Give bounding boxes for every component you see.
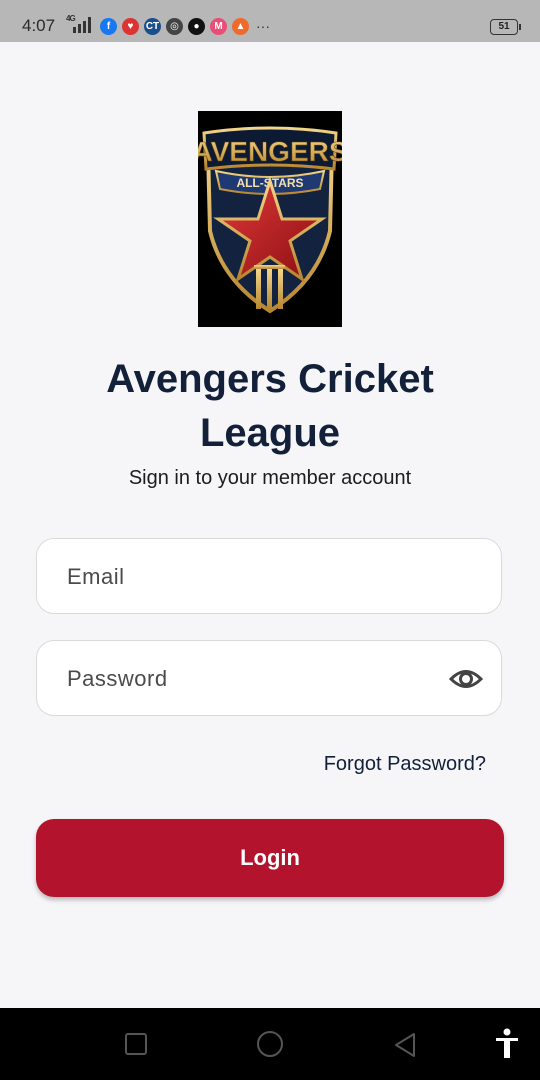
eye-icon[interactable] xyxy=(449,665,483,693)
facebook-icon: f xyxy=(100,17,117,35)
notification-icons: f ♥ CT ◎ ● M ▲ ··· xyxy=(100,17,270,35)
page-title: Avengers Cricket League xyxy=(106,357,434,455)
battery-level: 51 xyxy=(498,21,510,32)
back-button[interactable] xyxy=(392,1032,418,1058)
avengers-all-stars-logo: AVENGERS ALL-STARS xyxy=(198,126,342,314)
svg-text:AVENGERS: AVENGERS xyxy=(198,136,342,167)
status-time: 4:07 xyxy=(22,16,56,35)
league-logo: AVENGERS ALL-STARS xyxy=(198,111,342,327)
password-input[interactable] xyxy=(65,641,459,717)
system-nav-bar xyxy=(0,1008,540,1080)
page-subtitle: Sign in to your member account xyxy=(128,467,412,489)
battery-icon: 51 xyxy=(490,19,521,35)
status-bar: 4:07 4G f ♥ CT ◎ ● M ▲ ··· 51 xyxy=(0,0,540,42)
forgot-password-link[interactable]: Forgot Password? xyxy=(324,753,486,776)
app-icon-5: ● xyxy=(188,17,205,35)
app-icon-2: ♥ xyxy=(122,17,139,35)
ct-icon: CT xyxy=(144,17,161,35)
email-input[interactable] xyxy=(65,539,459,615)
home-button[interactable] xyxy=(256,1030,284,1058)
signal-icon xyxy=(73,17,91,33)
password-field[interactable] xyxy=(36,640,502,717)
more-notifications-icon: ··· xyxy=(256,18,270,34)
myntra-icon: M xyxy=(210,17,227,35)
app-icon-7: ▲ xyxy=(232,17,249,35)
accessibility-icon[interactable] xyxy=(494,1028,520,1060)
app-icon-4: ◎ xyxy=(166,17,183,35)
login-button[interactable]: Login xyxy=(36,819,504,897)
recent-apps-button[interactable] xyxy=(124,1032,148,1056)
email-field[interactable] xyxy=(36,538,502,615)
